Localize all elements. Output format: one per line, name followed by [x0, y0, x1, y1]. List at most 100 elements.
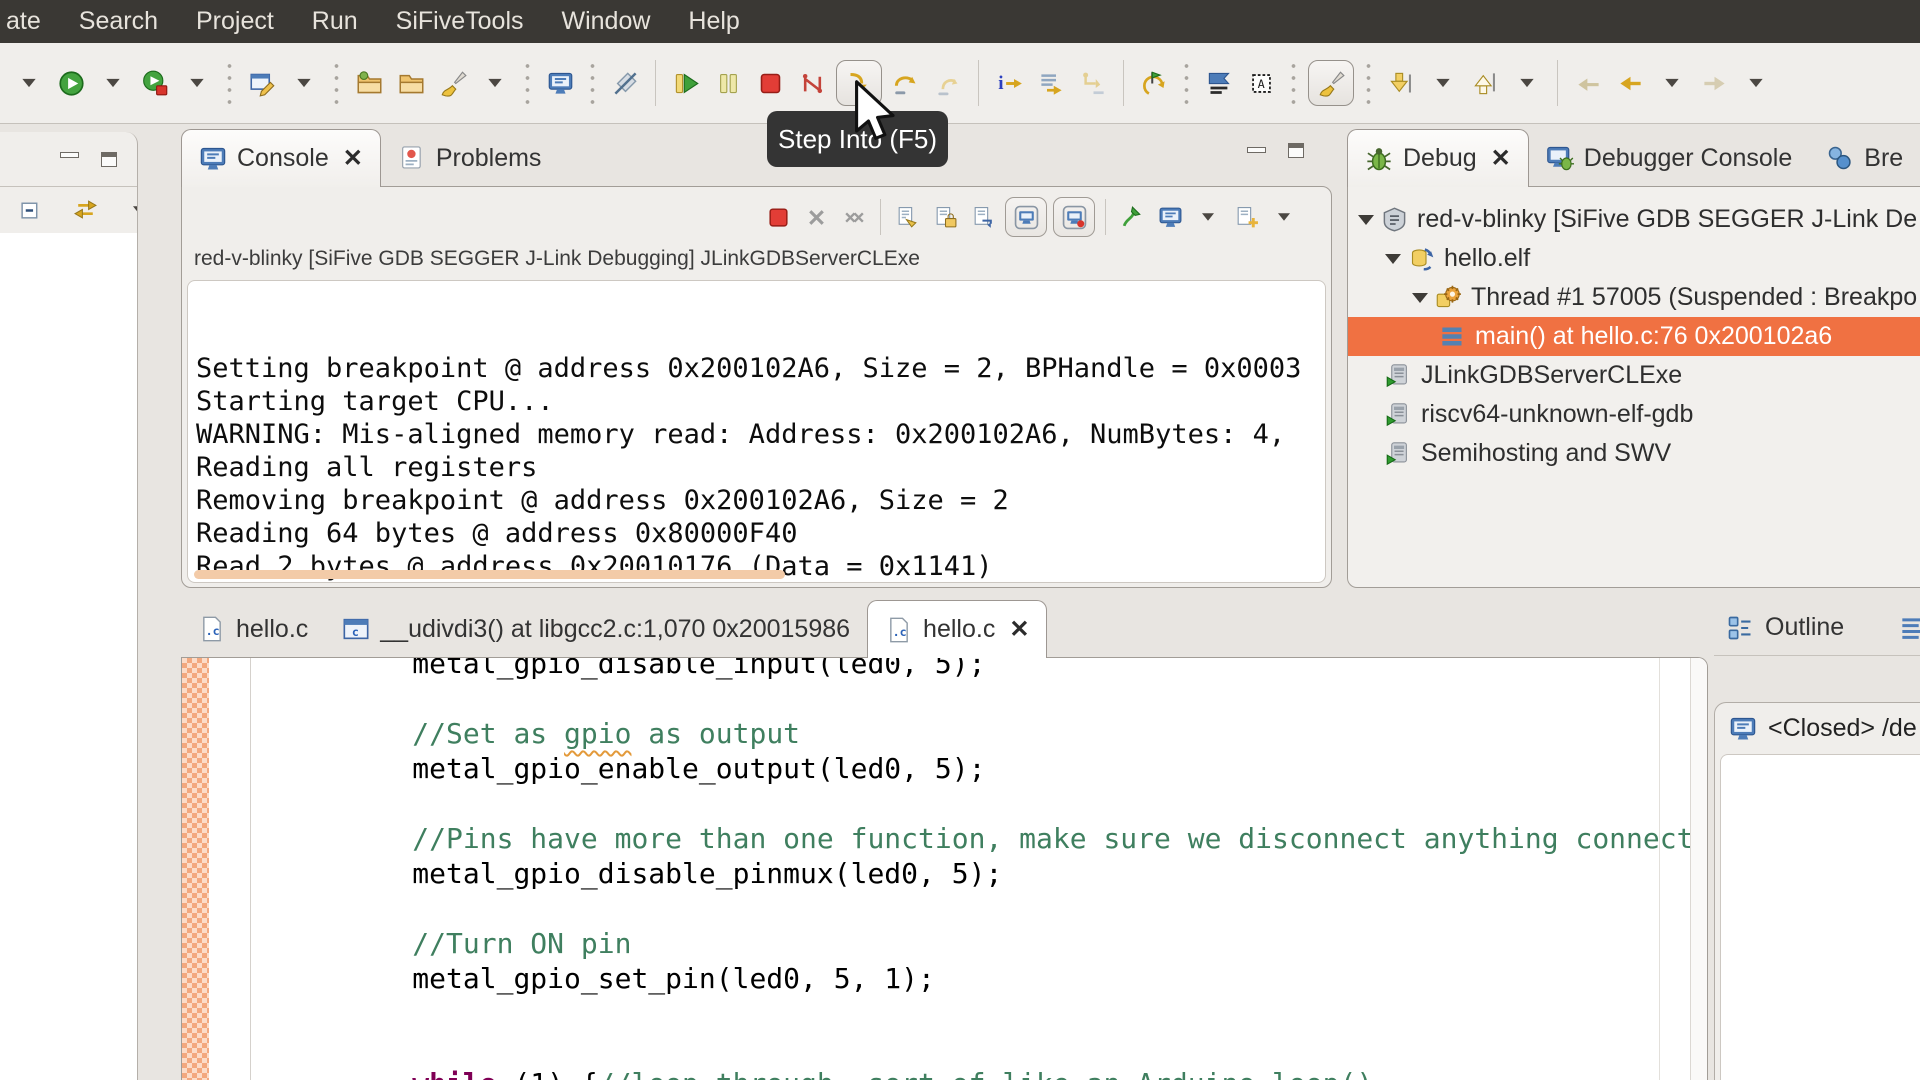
drop-to-frame-button[interactable] [1075, 65, 1111, 101]
display-selected-console-button[interactable] [1154, 201, 1186, 233]
maximize-icon[interactable] [1288, 143, 1304, 158]
pin-console-button[interactable] [1116, 201, 1148, 233]
resume-button[interactable] [668, 65, 704, 101]
show-stderr-changed-button[interactable] [1053, 197, 1095, 237]
debug-tab-bre[interactable]: Bre [1809, 130, 1920, 186]
console-tab-console[interactable]: Console ✕ [181, 129, 381, 187]
menu-ate[interactable]: ate [6, 7, 41, 36]
code-line: metal_gpio_enable_output(led0, 5); [412, 752, 986, 785]
project-explorer-toolbar [0, 187, 137, 232]
forward-button[interactable] [1696, 65, 1732, 101]
remove-launch-button[interactable] [800, 201, 832, 233]
vertical-scrollbar[interactable] [1690, 658, 1707, 1080]
instruction-stepping-icon: i [996, 70, 1023, 97]
close-icon[interactable]: ✕ [343, 146, 363, 171]
fetch-down-dropdown-button[interactable] [1425, 65, 1461, 101]
console-output[interactable]: Setting breakpoint @ address 0x200102A6,… [187, 280, 1326, 583]
debug-tree-item-semihosting-and-swv[interactable]: Semihosting and SWV [1348, 434, 1920, 473]
expander-icon[interactable] [1412, 292, 1428, 303]
run-dropdown-button[interactable] [95, 65, 131, 101]
terminal-header[interactable]: <Closed> /de [1715, 703, 1920, 754]
word-wrap-button[interactable] [967, 201, 999, 233]
new-wizard-button[interactable] [244, 65, 280, 101]
back-dropdown-button[interactable] [1654, 65, 1690, 101]
expander-icon[interactable] [1358, 214, 1374, 225]
menu-search[interactable]: Search [79, 7, 158, 36]
scroll-lock-button[interactable] [929, 201, 961, 233]
debug-tab-debugger-console[interactable]: Debugger Console [1529, 130, 1809, 186]
menu-help[interactable]: Help [688, 7, 739, 36]
clear-console-button[interactable] [891, 201, 923, 233]
svg-text:A: A [1257, 77, 1264, 91]
editor-tab-hello-c[interactable]: .c hello.c ✕ [867, 600, 1048, 658]
remove-all-terminated-button[interactable] [838, 201, 870, 233]
show-stdout-changed-button[interactable] [1005, 197, 1047, 237]
toggle-mark-occurrences-button[interactable] [607, 65, 643, 101]
run-button[interactable] [53, 65, 89, 101]
tree-item-label: red-v-blinky [SiFive GDB SEGGER J-Link D… [1417, 205, 1918, 233]
debug-tab-debug[interactable]: Debug ✕ [1347, 129, 1529, 187]
debug-tree-item-thread-1-57005-suspended-breakpo[interactable]: Thread #1 57005 (Suspended : Breakpo [1348, 278, 1920, 317]
debug-tree-item-riscv64-unknown-elf-gdb[interactable]: riscv64-unknown-elf-gdb [1348, 395, 1920, 434]
maximize-icon[interactable] [101, 152, 117, 167]
new-wizard-dropdown-button[interactable] [286, 65, 322, 101]
editor-body[interactable]: metal_gpio_disable_input(led0, 5); //Set… [181, 657, 1708, 1080]
target-icon [1381, 206, 1408, 233]
open-new-console-icon [1234, 205, 1259, 230]
minimize-icon[interactable] [60, 152, 79, 158]
menu-run[interactable]: Run [312, 7, 358, 36]
horizontal-scrollbar[interactable] [194, 570, 786, 579]
suspend-button[interactable] [710, 65, 746, 101]
show-execution-lines-button[interactable] [1033, 65, 1069, 101]
open-folder-button[interactable] [393, 65, 429, 101]
forward-dropdown-button[interactable] [1738, 65, 1774, 101]
memory-view-button[interactable]: A [1243, 65, 1279, 101]
editor-tab-udivdi3-at-libgcc2-c-1-070-0x20015986[interactable]: c __udivdi3() at libgcc2.c:1,070 0x200159… [325, 601, 867, 657]
console-dropdown-button[interactable] [1192, 201, 1224, 233]
back-button[interactable] [1612, 65, 1648, 101]
console-lines: Setting breakpoint @ address 0x200102A6,… [196, 352, 1325, 582]
terminate-launch-button[interactable] [762, 201, 794, 233]
close-icon[interactable]: ✕ [1491, 146, 1511, 171]
collapse-all-button[interactable] [15, 194, 47, 226]
marker-brush-button[interactable] [435, 65, 471, 101]
minimize-icon[interactable] [1247, 147, 1266, 153]
close-icon[interactable]: ✕ [1009, 617, 1029, 642]
fetch-down-button[interactable] [1383, 65, 1419, 101]
external-tools-dropdown-button[interactable] [179, 65, 215, 101]
menu-sifivetools[interactable]: SiFiveTools [396, 7, 524, 36]
debug-tree-item-jlinkgdbserverclexe[interactable]: JLinkGDBServerCLExe [1348, 356, 1920, 395]
source-code[interactable]: metal_gpio_disable_input(led0, 5); //Set… [328, 658, 1707, 1080]
console-tab-problems[interactable]: Problems [381, 130, 559, 186]
highlight-button[interactable] [1308, 60, 1354, 106]
open-console-dropdown-button[interactable] [1268, 201, 1300, 233]
editor-tab-hello-c[interactable]: .c hello.c [181, 601, 325, 657]
debug-tree-item-main-at-hello-c-76-0x200102a6[interactable]: main() at hello.c:76 0x200102a6 [1348, 317, 1920, 356]
fetch-up-button[interactable] [1467, 65, 1503, 101]
fetch-up-dropdown-button[interactable] [1509, 65, 1545, 101]
sort-lines-icon[interactable] [1900, 614, 1920, 642]
last-edit-location-button[interactable] [1570, 65, 1606, 101]
external-tools-button[interactable] [137, 65, 173, 101]
expander-icon[interactable] [1385, 253, 1401, 264]
remove-launch-icon [804, 205, 829, 230]
view-menu-button[interactable] [123, 194, 137, 226]
debug-tree-item-red-v-blinky-sifive-gdb-segger-j-link-de[interactable]: red-v-blinky [SiFive GDB SEGGER J-Link D… [1348, 200, 1920, 239]
step-return-button[interactable] [930, 65, 966, 101]
open-console-button[interactable] [542, 65, 578, 101]
menu-project[interactable]: Project [196, 7, 274, 36]
restart-button[interactable] [1136, 65, 1172, 101]
instruction-stepping-button[interactable]: i [991, 65, 1027, 101]
perspective-dropdown-button[interactable] [11, 65, 47, 101]
outline-title[interactable]: Outline [1765, 613, 1844, 642]
debug-configurations-button[interactable] [1201, 65, 1237, 101]
disconnect-button[interactable] [794, 65, 830, 101]
link-with-editor-button[interactable] [69, 194, 101, 226]
terminate-button[interactable] [752, 65, 788, 101]
marker-dropdown-button[interactable] [477, 65, 513, 101]
open-file-button[interactable] [351, 65, 387, 101]
menu-window[interactable]: Window [562, 7, 651, 36]
open-new-console-button[interactable] [1230, 201, 1262, 233]
debug-tree-item-hello-elf[interactable]: hello.elf [1348, 239, 1920, 278]
tree-item-label: main() at hello.c:76 0x200102a6 [1475, 322, 1833, 350]
